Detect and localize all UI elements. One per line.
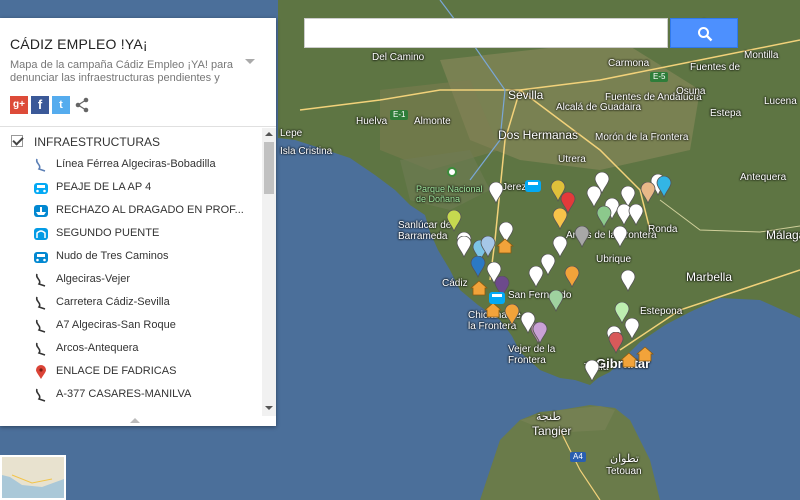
map-marker[interactable] <box>488 182 504 204</box>
collapse-panel-icon[interactable] <box>130 418 140 423</box>
search-icon <box>698 27 713 42</box>
layer-title: INFRAESTRUCTURAS <box>34 135 161 149</box>
layer-item-label: ENLACE DE FADRICAS <box>56 365 177 377</box>
google-plus-icon[interactable]: g+ <box>10 96 28 114</box>
map-marker[interactable] <box>564 266 580 288</box>
line-icon <box>33 318 49 334</box>
chevron-down-icon[interactable] <box>245 59 255 64</box>
ship-icon <box>33 203 49 219</box>
line-icon <box>33 341 49 357</box>
map-title: CÁDIZ EMPLEO !YA¡ <box>10 36 148 52</box>
map-marker[interactable] <box>584 360 600 382</box>
road-shield: A4 <box>570 452 586 462</box>
layer-item-label: PEAJE DE LA AP 4 <box>56 181 152 193</box>
share-row: g+ f t <box>10 96 91 116</box>
layer-item[interactable]: Carretera Cádiz-Sevilla <box>0 292 262 315</box>
car-icon[interactable] <box>524 178 542 194</box>
map-marker[interactable] <box>624 318 640 340</box>
layer-list: INFRAESTRUCTURAS Línea Férrea Algeciras-… <box>0 128 262 416</box>
map-marker[interactable] <box>552 208 568 230</box>
layer-item-label: A7 Algeciras-San Roque <box>56 319 176 331</box>
line-icon <box>33 295 49 311</box>
layer-item[interactable]: Línea Férrea Algeciras-Bobadilla <box>0 154 262 177</box>
layer-checkbox[interactable] <box>11 135 23 147</box>
map-marker[interactable] <box>612 226 628 248</box>
line-icon <box>33 272 49 288</box>
layer-item[interactable]: Nudo de Tres Caminos <box>0 246 262 269</box>
house-icon[interactable] <box>470 280 488 296</box>
map-marker[interactable] <box>504 304 520 326</box>
map-marker[interactable] <box>456 236 472 258</box>
layer-items: Línea Férrea Algeciras-Bobadilla PEAJE DE… <box>0 154 262 407</box>
map-marker[interactable] <box>480 236 496 258</box>
map-marker[interactable] <box>620 270 636 292</box>
layer-header: INFRAESTRUCTURAS <box>0 128 262 154</box>
search-input[interactable] <box>304 18 668 48</box>
pin-icon <box>33 364 49 380</box>
layer-item[interactable]: A7 Algeciras-San Roque <box>0 315 262 338</box>
map-marker[interactable] <box>446 210 462 232</box>
road-shield: E-5 <box>650 72 669 82</box>
map-marker[interactable] <box>628 204 644 226</box>
facebook-icon[interactable]: f <box>31 96 49 114</box>
layer-item[interactable]: SEGUNDO PUENTE <box>0 223 262 246</box>
road-shield: E-1 <box>390 110 409 120</box>
panel-header: CÁDIZ EMPLEO !YA¡ Mapa de la campaña Cád… <box>0 18 276 127</box>
map-marker[interactable] <box>656 176 672 198</box>
car-icon <box>33 180 49 196</box>
map-marker[interactable] <box>608 332 624 354</box>
layer-item-label: RECHAZO AL DRAGADO EN PROF... <box>56 204 244 216</box>
bridge-icon <box>33 226 49 242</box>
minimap-image <box>2 457 64 498</box>
share-icon[interactable] <box>73 96 91 114</box>
map-marker[interactable] <box>574 226 590 248</box>
line-icon <box>33 387 49 403</box>
map-marker[interactable] <box>520 312 536 334</box>
layer-item-label: Línea Férrea Algeciras-Bobadilla <box>56 158 216 170</box>
house-icon[interactable] <box>496 238 514 254</box>
search-button[interactable] <box>670 18 738 48</box>
layer-item-label: Nudo de Tres Caminos <box>56 250 169 262</box>
layer-item[interactable]: A-377 CASARES-MANILVA <box>0 384 262 407</box>
scrollbar[interactable] <box>262 128 276 416</box>
map-marker[interactable] <box>640 182 656 204</box>
legend-panel: CÁDIZ EMPLEO !YA¡ Mapa de la campaña Cád… <box>0 18 276 426</box>
map-marker[interactable] <box>596 206 612 228</box>
layer-item-label: Carretera Cádiz-Sevilla <box>56 296 170 308</box>
search-bar <box>304 18 740 48</box>
layer-item[interactable]: ENLACE DE FADRICAS <box>0 361 262 384</box>
scroll-thumb[interactable] <box>264 142 274 194</box>
scroll-up-icon[interactable] <box>265 132 273 136</box>
map-description: Mapa de la campaña Cádiz Empleo ¡YA! par… <box>10 59 233 84</box>
layer-item[interactable]: RECHAZO AL DRAGADO EN PROF... <box>0 200 262 223</box>
car-icon <box>33 249 49 265</box>
map-type-thumbnail[interactable] <box>0 455 66 500</box>
line-icon <box>33 157 49 173</box>
map-marker[interactable] <box>548 290 564 312</box>
house-icon[interactable] <box>636 346 654 362</box>
layer-item-label: Arcos-Antequera <box>56 342 139 354</box>
layer-item-label: A-377 CASARES-MANILVA <box>56 388 192 400</box>
layer-item[interactable]: Algeciras-Vejer <box>0 269 262 292</box>
scroll-down-icon[interactable] <box>265 406 273 410</box>
map-marker[interactable] <box>550 180 566 202</box>
map-marker[interactable] <box>486 262 502 284</box>
layer-item-label: SEGUNDO PUENTE <box>56 227 160 239</box>
map-marker[interactable] <box>586 186 602 208</box>
layer-item[interactable]: Arcos-Antequera <box>0 338 262 361</box>
car-icon[interactable] <box>488 290 506 306</box>
map-marker[interactable] <box>552 236 568 258</box>
map-marker[interactable] <box>470 256 486 278</box>
layer-item-label: Algeciras-Vejer <box>56 273 130 285</box>
layer-item[interactable]: PEAJE DE LA AP 4 <box>0 177 262 200</box>
twitter-icon[interactable]: t <box>52 96 70 114</box>
